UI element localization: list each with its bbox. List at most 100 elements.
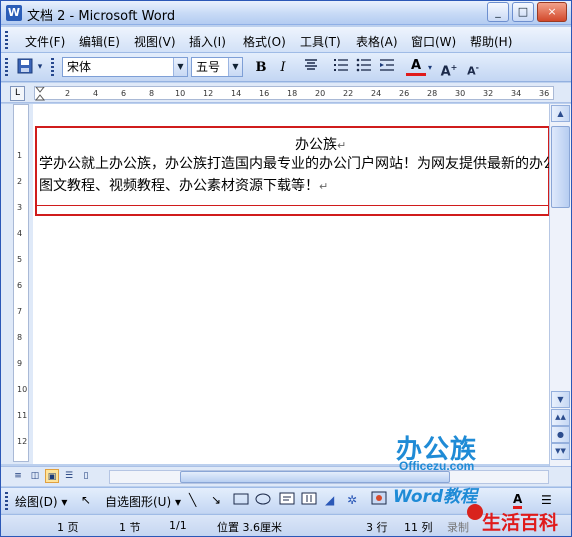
align-center-icon[interactable]: [301, 58, 321, 77]
textbox-tool-icon[interactable]: [279, 491, 295, 508]
horizontal-ruler[interactable]: 2 4 6 8 10 12 14 16 18 20 22 24 26 28 30…: [34, 86, 554, 101]
font-name-value: 宋体: [67, 60, 92, 74]
print-view-icon[interactable]: ▣: [45, 469, 59, 483]
reading-view-icon[interactable]: ▯: [79, 469, 93, 483]
previous-page-icon[interactable]: ▲▲: [551, 409, 570, 426]
menu-tools[interactable]: 工具(T): [300, 33, 341, 50]
status-column: 11 列: [404, 521, 433, 534]
status-line: 3 行: [366, 521, 388, 534]
toolbar-options-icon[interactable]: ▾: [35, 58, 45, 77]
paragraph-mark: ↵: [337, 139, 347, 152]
ruler-tick: 34: [511, 89, 522, 98]
ruler-tick: 22: [343, 89, 354, 98]
italic-button[interactable]: I: [273, 58, 293, 77]
next-page-icon[interactable]: ▼▼: [551, 443, 570, 460]
vruler-tick: 11: [17, 411, 28, 420]
font-color-dropdown-icon[interactable]: ▾: [425, 58, 435, 77]
status-record[interactable]: 录制: [447, 519, 469, 535]
title-bar[interactable]: W 文档 2 - Microsoft Word _ □ ×: [1, 1, 571, 25]
header-line-1: 学办公就上办公族，办公族打造国内最专业的办公门户网站！为网友提供最新的办公: [39, 156, 549, 172]
toolbar-grip[interactable]: [5, 58, 8, 76]
officezu-url: Officezu.com: [399, 459, 475, 473]
outline-view-icon[interactable]: ☰: [62, 469, 76, 483]
web-view-icon[interactable]: ◫: [28, 469, 42, 483]
vruler-tick: 10: [17, 385, 28, 394]
vertical-scrollbar[interactable]: ▲ ▼ ▲▲ ● ▼▼: [549, 104, 571, 466]
ruler-tick: 32: [483, 89, 494, 98]
indent-marker-icon[interactable]: [35, 87, 47, 101]
menu-window[interactable]: 窗口(W): [411, 33, 456, 50]
toolbar-grip-2[interactable]: [51, 58, 54, 76]
header-body[interactable]: 学办公就上办公族，办公族打造国内最专业的办公门户网站！为网友提供最新的办公 图文…: [39, 153, 549, 198]
indent-icon[interactable]: [377, 58, 397, 77]
word-app-icon[interactable]: W: [6, 5, 22, 21]
font-name-dropdown-icon[interactable]: ▼: [173, 58, 187, 76]
ruler-tick: 20: [315, 89, 326, 98]
ruler-tick: 18: [287, 89, 298, 98]
scroll-down-icon[interactable]: ▼: [551, 391, 570, 408]
font-name-select[interactable]: 宋体 ▼: [62, 57, 188, 77]
ruler-tick: 4: [93, 89, 99, 98]
tab-stop-selector[interactable]: L: [10, 86, 25, 101]
status-section: 1 节: [119, 521, 141, 534]
drawbar-font-color-icon[interactable]: A: [513, 493, 523, 509]
word-tutorial-watermark: Word教程: [393, 487, 478, 507]
menu-grip[interactable]: [5, 31, 8, 49]
close-button[interactable]: ×: [537, 2, 567, 22]
ruler-tick: 14: [231, 89, 242, 98]
shrink-font-button[interactable]: A-: [463, 58, 483, 78]
ruler-tick: 8: [149, 89, 155, 98]
menu-view[interactable]: 视图(V): [134, 33, 176, 50]
ruler-tick: 24: [371, 89, 382, 98]
vruler-tick: 1: [17, 151, 23, 160]
clipart-icon[interactable]: [371, 491, 387, 508]
vruler-tick: 12: [17, 437, 28, 446]
numbered-list-icon[interactable]: [331, 58, 351, 77]
rectangle-tool-icon[interactable]: [233, 491, 249, 508]
menu-table[interactable]: 表格(A): [356, 33, 398, 50]
vertical-scroll-thumb[interactable]: [551, 126, 570, 208]
save-icon[interactable]: [15, 58, 35, 77]
diagram-icon[interactable]: ✲: [347, 493, 357, 507]
arrow-tool-icon[interactable]: ↘: [211, 493, 221, 507]
autoshapes-button[interactable]: 自选图形(U) ▾: [105, 493, 181, 510]
browse-object-icon[interactable]: ●: [551, 426, 570, 443]
line-style-icon[interactable]: ☰: [541, 493, 552, 507]
grow-font-button[interactable]: A+: [439, 58, 459, 80]
font-size-select[interactable]: 五号 ▼: [191, 57, 243, 77]
scroll-up-icon[interactable]: ▲: [551, 105, 570, 122]
bullet-list-icon[interactable]: [354, 58, 374, 77]
select-objects-icon[interactable]: ↖: [81, 493, 91, 507]
vertical-ruler[interactable]: 1 2 3 4 5 6 7 8 9 10 11 12: [13, 104, 29, 462]
header-title[interactable]: 办公族↵: [295, 134, 346, 154]
vruler-tick: 9: [17, 359, 23, 368]
menu-file[interactable]: 文件(F): [25, 33, 65, 50]
ruler-tick: 28: [427, 89, 438, 98]
normal-view-icon[interactable]: ≡: [11, 469, 25, 483]
life-encyclopedia-watermark: 生活百科: [482, 512, 559, 534]
status-page: 1 页: [57, 521, 79, 534]
line-tool-icon[interactable]: ╲: [189, 493, 196, 507]
menu-edit[interactable]: 编辑(E): [79, 33, 120, 50]
oval-tool-icon[interactable]: [255, 491, 271, 508]
grow-font-label: A: [440, 64, 451, 80]
minimize-button[interactable]: _: [487, 2, 509, 22]
draw-menu-label: 绘图(D): [15, 495, 58, 509]
document-page[interactable]: 办公族↵ 学办公就上办公族，办公族打造国内最专业的办公门户网站！为网友提供最新的…: [33, 104, 549, 464]
vertical-textbox-icon[interactable]: [301, 491, 317, 508]
font-size-value: 五号: [196, 60, 221, 74]
horizontal-scrollbar[interactable]: [109, 470, 549, 484]
draw-menu-button[interactable]: 绘图(D) ▾: [15, 493, 67, 510]
font-color-button[interactable]: A: [406, 58, 426, 76]
shrink-font-label: A: [467, 64, 476, 78]
menu-help[interactable]: 帮助(H): [470, 33, 512, 50]
menu-insert[interactable]: 插入(I): [189, 33, 226, 50]
wordart-icon[interactable]: ◢: [325, 493, 334, 507]
vruler-tick: 3: [17, 203, 23, 212]
menu-format[interactable]: 格式(O): [243, 33, 286, 50]
bold-button[interactable]: B: [251, 58, 271, 77]
font-size-dropdown-icon[interactable]: ▼: [228, 58, 242, 76]
drawbar-grip[interactable]: [5, 492, 8, 510]
maximize-button[interactable]: □: [512, 2, 534, 22]
ruler-tick: 36: [539, 89, 550, 98]
